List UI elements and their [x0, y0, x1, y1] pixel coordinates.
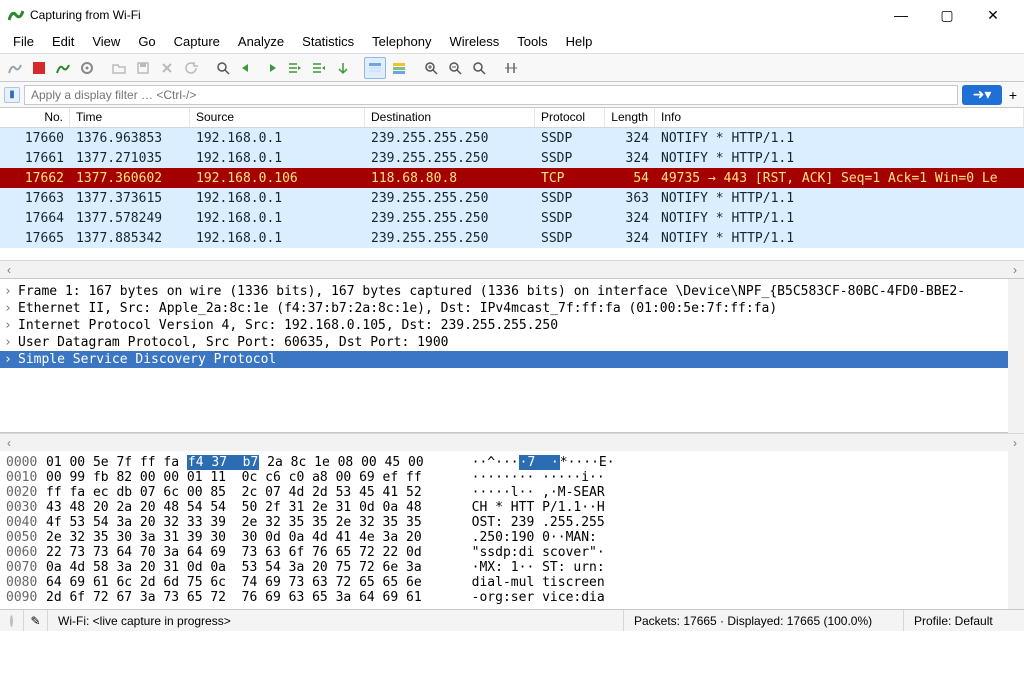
- tree-frame[interactable]: ›Frame 1: 167 bytes on wire (1336 bits),…: [0, 283, 1024, 300]
- stop-capture-icon[interactable]: [28, 57, 50, 79]
- capture-comment-icon[interactable]: ✎: [30, 614, 40, 628]
- tree-vscrollbar[interactable]: [1008, 279, 1024, 433]
- display-filter-input[interactable]: [24, 85, 958, 105]
- expert-info-icon[interactable]: [10, 615, 13, 627]
- menu-telephony[interactable]: Telephony: [363, 31, 440, 52]
- main-toolbar: [0, 54, 1024, 82]
- tree-hscrollbar[interactable]: ‹›: [0, 433, 1024, 451]
- go-last-icon[interactable]: [332, 57, 354, 79]
- chevron-right-icon: ›: [4, 301, 14, 316]
- hex-line[interactable]: 0020ff fa ec db 07 6c 00 85 2c 07 4d 2d …: [0, 485, 1024, 500]
- zoom-reset-icon[interactable]: [468, 57, 490, 79]
- col-destination[interactable]: Destination: [365, 108, 535, 127]
- filter-bookmark-icon[interactable]: ▮: [4, 87, 20, 103]
- status-packet-counts: Packets: 17665 · Displayed: 17665 (100.0…: [624, 610, 904, 631]
- hex-line[interactable]: 00404f 53 54 3a 20 32 33 39 2e 32 35 35 …: [0, 515, 1024, 530]
- hex-line[interactable]: 000001 00 5e 7f ff fa f4 37 b7 2a 8c 1e …: [0, 455, 1024, 470]
- hex-line[interactable]: 008064 69 61 6c 2d 6d 75 6c 74 69 73 63 …: [0, 575, 1024, 590]
- hex-vscrollbar[interactable]: [1008, 451, 1024, 609]
- hex-line[interactable]: 00700a 4d 58 3a 20 31 0d 0a 53 54 3a 20 …: [0, 560, 1024, 575]
- menu-tools[interactable]: Tools: [508, 31, 556, 52]
- find-packet-icon[interactable]: [212, 57, 234, 79]
- hex-line[interactable]: 001000 99 fb 82 00 00 01 11 0c c6 c0 a8 …: [0, 470, 1024, 485]
- status-capture-info: Wi-Fi: <live capture in progress>: [48, 610, 624, 631]
- hex-line[interactable]: 00902d 6f 72 67 3a 73 65 72 76 69 63 65 …: [0, 590, 1024, 605]
- packet-row[interactable]: 176651377.885342192.168.0.1239.255.255.2…: [0, 228, 1024, 248]
- menu-help[interactable]: Help: [557, 31, 602, 52]
- tree-ip[interactable]: ›Internet Protocol Version 4, Src: 192.1…: [0, 317, 1024, 334]
- menu-file[interactable]: File: [4, 31, 43, 52]
- start-capture-icon[interactable]: [4, 57, 26, 79]
- col-protocol[interactable]: Protocol: [535, 108, 605, 127]
- minimize-button[interactable]: —: [878, 1, 924, 29]
- go-back-icon[interactable]: [236, 57, 258, 79]
- auto-scroll-icon[interactable]: [364, 57, 386, 79]
- go-forward-icon[interactable]: [260, 57, 282, 79]
- go-to-packet-icon[interactable]: [284, 57, 306, 79]
- close-button[interactable]: ✕: [970, 1, 1016, 29]
- tree-udp[interactable]: ›User Datagram Protocol, Src Port: 60635…: [0, 334, 1024, 351]
- packet-list-hscrollbar[interactable]: ‹›: [0, 260, 1024, 278]
- chevron-right-icon: ›: [4, 335, 14, 350]
- packet-details-pane: ›Frame 1: 167 bytes on wire (1336 bits),…: [0, 279, 1024, 433]
- menu-capture[interactable]: Capture: [165, 31, 229, 52]
- col-no[interactable]: No.: [0, 108, 70, 127]
- packet-row[interactable]: 176601376.963853192.168.0.1239.255.255.2…: [0, 128, 1024, 148]
- menu-view[interactable]: View: [83, 31, 129, 52]
- filter-apply-button[interactable]: ➜▾: [962, 85, 1002, 105]
- colorize-icon[interactable]: [388, 57, 410, 79]
- menu-statistics[interactable]: Statistics: [293, 31, 363, 52]
- packet-row[interactable]: 176621377.360602192.168.0.106118.68.80.8…: [0, 168, 1024, 188]
- packet-list-header[interactable]: No. Time Source Destination Protocol Len…: [0, 108, 1024, 128]
- zoom-in-icon[interactable]: [420, 57, 442, 79]
- window-titlebar: Capturing from Wi-Fi — ▢ ✕: [0, 0, 1024, 30]
- chevron-right-icon: ›: [4, 318, 14, 333]
- packet-row[interactable]: 176611377.271035192.168.0.1239.255.255.2…: [0, 148, 1024, 168]
- filter-add-button[interactable]: +: [1006, 87, 1020, 103]
- zoom-out-icon[interactable]: [444, 57, 466, 79]
- menu-go[interactable]: Go: [129, 31, 164, 52]
- packet-row[interactable]: 176631377.373615192.168.0.1239.255.255.2…: [0, 188, 1024, 208]
- col-info[interactable]: Info: [655, 108, 1024, 127]
- tree-ssdp[interactable]: ›Simple Service Discovery Protocol: [0, 351, 1024, 368]
- status-profile[interactable]: Profile: Default: [904, 610, 1024, 631]
- restart-capture-icon[interactable]: [52, 57, 74, 79]
- close-file-icon[interactable]: [156, 57, 178, 79]
- packet-bytes-pane: 000001 00 5e 7f ff fa f4 37 b7 2a 8c 1e …: [0, 451, 1024, 609]
- packet-list-pane: No. Time Source Destination Protocol Len…: [0, 108, 1024, 279]
- hex-line[interactable]: 003043 48 20 2a 20 48 54 54 50 2f 31 2e …: [0, 500, 1024, 515]
- col-length[interactable]: Length: [605, 108, 655, 127]
- menu-edit[interactable]: Edit: [43, 31, 83, 52]
- menu-analyze[interactable]: Analyze: [229, 31, 293, 52]
- open-file-icon[interactable]: [108, 57, 130, 79]
- statusbar: ✎ Wi-Fi: <live capture in progress> Pack…: [0, 609, 1024, 631]
- resize-columns-icon[interactable]: [500, 57, 522, 79]
- hex-line[interactable]: 00502e 32 35 30 3a 31 39 30 30 0d 0a 4d …: [0, 530, 1024, 545]
- save-file-icon[interactable]: [132, 57, 154, 79]
- capture-options-icon[interactable]: [76, 57, 98, 79]
- display-filter-bar: ▮ ➜▾ +: [0, 82, 1024, 108]
- chevron-right-icon: ›: [4, 284, 14, 299]
- packet-row[interactable]: 176641377.578249192.168.0.1239.255.255.2…: [0, 208, 1024, 228]
- menu-wireless[interactable]: Wireless: [440, 31, 508, 52]
- wireshark-logo-icon: [8, 7, 24, 23]
- col-time[interactable]: Time: [70, 108, 190, 127]
- hex-line[interactable]: 006022 73 73 64 70 3a 64 69 73 63 6f 76 …: [0, 545, 1024, 560]
- reload-icon[interactable]: [180, 57, 202, 79]
- go-first-icon[interactable]: [308, 57, 330, 79]
- tree-ethernet[interactable]: ›Ethernet II, Src: Apple_2a:8c:1e (f4:37…: [0, 300, 1024, 317]
- menubar: File Edit View Go Capture Analyze Statis…: [0, 30, 1024, 54]
- maximize-button[interactable]: ▢: [924, 1, 970, 29]
- chevron-right-icon: ›: [4, 352, 14, 367]
- col-source[interactable]: Source: [190, 108, 365, 127]
- window-title: Capturing from Wi-Fi: [30, 8, 878, 22]
